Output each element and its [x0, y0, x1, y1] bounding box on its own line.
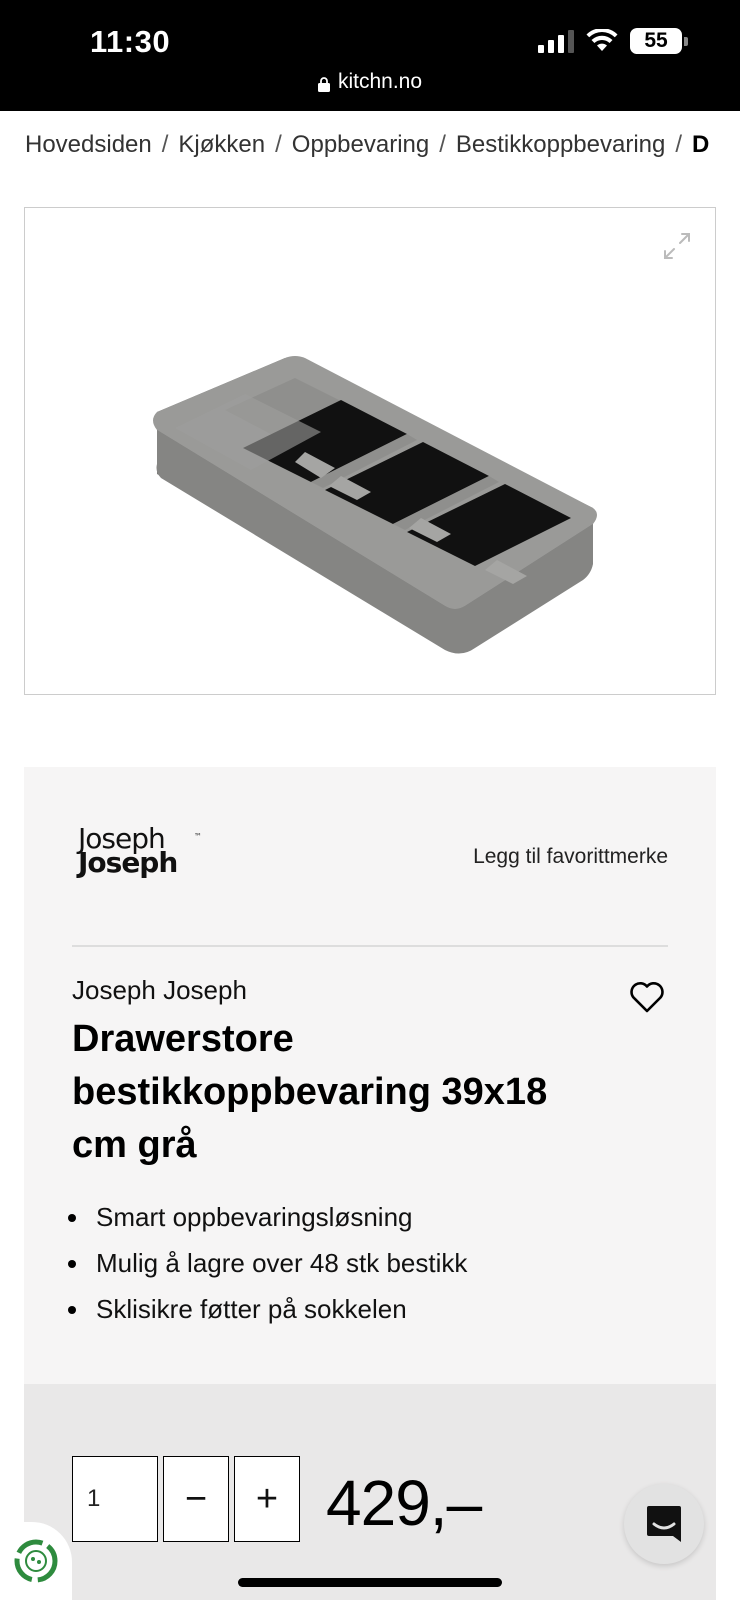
breadcrumb-separator: / — [439, 131, 446, 158]
breadcrumb-item-current[interactable]: D — [692, 131, 709, 159]
lock-icon — [317, 76, 330, 92]
increase-quantity-button[interactable]: + — [234, 1456, 300, 1542]
feature-item: Mulig å lagre over 48 stk bestikk — [67, 1240, 467, 1286]
product-title: Drawerstore bestikkoppbevaring 39x18 cm … — [72, 1018, 548, 1166]
feature-item: Smart oppbevaringsløsning — [67, 1194, 467, 1240]
price: 429,– — [326, 1467, 482, 1539]
product-image — [153, 356, 597, 654]
breadcrumb-item-home[interactable]: Hovedsiden — [25, 131, 152, 159]
brand-logo[interactable]: Joseph Joseph ™ — [78, 825, 208, 887]
breadcrumb-separator: / — [161, 131, 169, 158]
chat-button[interactable] — [624, 1484, 704, 1564]
breadcrumb-separator: / — [675, 131, 683, 158]
breadcrumb-item-kitchen[interactable]: Kjøkken — [178, 131, 265, 159]
breadcrumb: Hovedsiden / Kjøkken / Oppbevaring / Bestikkop… — [25, 131, 740, 159]
breadcrumb-item-cutlery-storage[interactable]: Bestikkoppbevaring — [456, 131, 665, 159]
breadcrumb-separator: / — [275, 131, 282, 158]
decrease-quantity-button[interactable]: − — [163, 1456, 229, 1542]
wifi-icon — [586, 29, 618, 51]
status-bar: 11:30 55 kitchn.no — [0, 0, 740, 111]
expand-icon[interactable] — [661, 230, 693, 262]
recycle-icon — [14, 1539, 58, 1583]
chat-icon — [647, 1506, 681, 1542]
cellular-signal-icon — [538, 29, 574, 53]
recycle-badge[interactable] — [0, 1522, 72, 1600]
heart-icon[interactable] — [628, 979, 666, 1015]
status-time: 11:30 — [90, 24, 171, 59]
breadcrumb-item-storage[interactable]: Oppbevaring — [292, 131, 429, 159]
product-info-card: Joseph Joseph ™ Legg til favorittmerke J… — [24, 767, 716, 1384]
feature-item: Sklisikre føtter på sokkelen — [67, 1286, 467, 1332]
battery-icon: 55 — [630, 28, 682, 54]
url-bar[interactable]: kitchn.no — [0, 70, 740, 94]
quantity-input[interactable]: 1 — [72, 1456, 158, 1542]
home-indicator — [238, 1578, 502, 1587]
feature-list: Smart oppbevaringsløsning Mulig å lagre … — [67, 1194, 467, 1332]
divider — [72, 945, 668, 947]
product-brand[interactable]: Joseph Joseph — [72, 975, 247, 1006]
status-icons: 55 — [538, 28, 688, 54]
url-text: kitchn.no — [337, 70, 423, 93]
buy-area: 1 − + 429,– — [24, 1384, 716, 1600]
product-image-container[interactable] — [24, 207, 716, 695]
add-favorite-brand-link[interactable]: Legg til favorittmerke — [473, 845, 668, 869]
